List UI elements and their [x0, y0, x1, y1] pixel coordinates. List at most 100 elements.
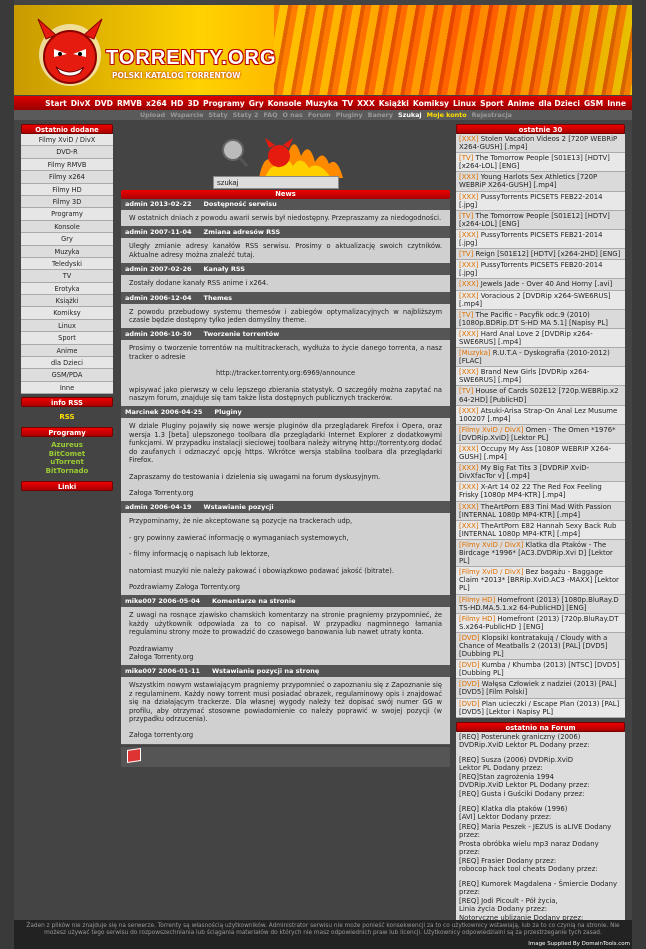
recent-torrent-item[interactable]: [Filmy XviD / DivX] Klatka dla Ptaków - …: [456, 539, 625, 568]
forum-post-line[interactable]: [REQ] Kumorek Magdalena - Śmiercie Dodan…: [459, 880, 622, 888]
forum-post[interactable]: [REQ] Gusta i Guściki Dodany przez:: [459, 789, 622, 798]
torrent-name[interactable]: Brand New Girls [DVDRip x264-SWE6RUS] [.…: [459, 368, 589, 384]
torrent-name[interactable]: Young Harlots Sex Athletics [720P WEBRiP…: [459, 173, 597, 189]
torrent-name[interactable]: The Pacific - Pacyfik odc.9 (2010) [1080…: [459, 311, 608, 327]
nav-item-6[interactable]: 3D: [187, 99, 199, 108]
recent-torrent-item[interactable]: [Filmy XviD / DivX] Omen - The Omen *197…: [456, 424, 625, 444]
torrent-name[interactable]: The Tomorrow People [S01E12] [HDTV] [x26…: [459, 212, 610, 228]
nav-item-9[interactable]: Konsole: [268, 99, 302, 108]
program-link[interactable]: BitComet: [21, 450, 113, 459]
forum-post-line[interactable]: robocop hack tool cheats Dodany przez:: [459, 865, 622, 873]
forum-post-line[interactable]: [REQ] Jodi Picoult - Pół życia,: [459, 897, 622, 905]
nav-item-4[interactable]: x264: [146, 99, 167, 108]
category-link[interactable]: Komiksy: [21, 307, 113, 320]
category-link[interactable]: Filmy x264: [21, 171, 113, 184]
forum-post-line[interactable]: [AVI] Lektor Dodany przez:: [459, 813, 622, 821]
category-link[interactable]: DVD-R: [21, 146, 113, 159]
forum-post-line[interactable]: Prosta obróbka wielu mp3 naraz Dodany: [459, 840, 622, 848]
torrent-name[interactable]: X-Art 14 02 22 The Red Fox Feeling Frisk…: [459, 483, 602, 499]
category-link[interactable]: Teledyski: [21, 257, 113, 271]
forum-post-line[interactable]: DVDRip.XviD Lektor PL Dodany przez:: [459, 741, 622, 749]
category-link[interactable]: Sport: [21, 332, 113, 345]
forum-post-line[interactable]: [REQ]Stan zagrożenia 1994: [459, 773, 622, 781]
search-input[interactable]: [213, 176, 339, 189]
category-link[interactable]: GSM/PDA: [21, 369, 113, 382]
subnav-item-8[interactable]: Banery: [368, 111, 393, 119]
category-link[interactable]: Linux: [21, 319, 113, 333]
subnav-item-0[interactable]: Upload: [140, 111, 165, 119]
forum-post-line[interactable]: [REQ] Gusta i Guściki Dodany przez:: [459, 790, 622, 798]
nav-item-15[interactable]: Linux: [453, 99, 476, 108]
nav-item-12[interactable]: XXX: [357, 99, 375, 108]
nav-item-20[interactable]: Inne: [607, 99, 626, 108]
nav-item-0[interactable]: Start: [45, 99, 67, 108]
forum-post-line[interactable]: [REQ] Susza (2006) DVDRip.XviD: [459, 756, 622, 764]
torrent-name[interactable]: House of Cards S02E12 [720p.WEBRip.x2 64…: [459, 387, 619, 403]
recent-torrent-item[interactable]: [XXX] Hard Anal Love 2 [DVDRip x264-SWE6…: [456, 328, 625, 349]
forum-post[interactable]: [REQ] Susza (2006) DVDRip.XviD Lektor PL …: [459, 755, 622, 772]
nav-item-5[interactable]: HD: [171, 99, 184, 108]
recent-torrent-item[interactable]: [XXX] Young Harlots Sex Athletics [720P …: [456, 172, 625, 192]
forum-post-line[interactable]: [REQ] Posterunek graniczny (2006): [459, 733, 622, 741]
torrent-name[interactable]: The Tomorrow People [S01E13] [HDTV] [x26…: [459, 154, 610, 170]
recent-torrent-item[interactable]: [XXX] X-Art 14 02 22 The Red Fox Feeling…: [456, 482, 625, 502]
category-link[interactable]: Filmy XviD / DivX: [21, 134, 113, 147]
category-link[interactable]: Inne: [21, 381, 113, 395]
torrent-name[interactable]: PussyTorrents PICSETS FEB20-2014 [.jpg]: [459, 261, 602, 277]
category-link[interactable]: Filmy 3D: [21, 195, 113, 209]
subnav-item-3[interactable]: Staty 2: [233, 111, 259, 119]
recent-torrent-item[interactable]: [XXX] TheArtPorn E83 Tini Mad With Passi…: [456, 501, 625, 521]
recent-torrent-item[interactable]: [Filmy HD] Homefront (2013) [1080p.BluRa…: [456, 594, 625, 614]
forum-post[interactable]: [REQ] Posterunek graniczny (2006) DVDRip.…: [459, 732, 622, 749]
category-link[interactable]: TV: [21, 270, 113, 283]
subnav-item-7[interactable]: Pluginy: [336, 111, 363, 119]
torrent-name[interactable]: Hard Anal Love 2 [DVDRip x264-SWE6RUS] […: [459, 330, 593, 346]
program-link[interactable]: BitTornado: [21, 467, 113, 476]
torrent-name[interactable]: Jewels Jade - Over 40 And Horny [.avi]: [481, 280, 612, 288]
recent-torrent-item[interactable]: [XXX] Occupy My Ass [1080P WEBRIP X264-G…: [456, 444, 625, 464]
recent-torrent-item[interactable]: [XXX] Jewels Jade - Over 40 And Horny [.…: [456, 279, 625, 291]
subnav-item-5[interactable]: O nas: [283, 111, 303, 119]
forum-post-line[interactable]: Linia życia Dodany przez:: [459, 905, 622, 913]
recent-torrent-item[interactable]: [XXX] PussyTorrents PICSETS FEB20-2014 […: [456, 260, 625, 280]
torrent-name[interactable]: Plan ucieczki / Escape Plan (2013) [PAL]…: [459, 700, 619, 716]
recent-torrent-item[interactable]: [XXX] TheArtPorn E82 Hannah Sexy Back Ru…: [456, 520, 625, 540]
subnav-item-6[interactable]: Forum: [308, 111, 331, 119]
nav-item-19[interactable]: GSM: [584, 99, 603, 108]
recent-torrent-item[interactable]: [TV] The Tomorrow People [S01E12] [HDTV]…: [456, 210, 625, 230]
recent-torrent-item[interactable]: [DVD] Wałęsa Człowiek z nadziei (2013) […: [456, 679, 625, 699]
torrent-name[interactable]: Kumba / Khumba (2013) [NTSC] [DVD5] [Dub…: [459, 661, 619, 677]
category-link[interactable]: Gry: [21, 233, 113, 246]
nav-item-16[interactable]: Sport: [480, 99, 504, 108]
nav-item-1[interactable]: DivX: [71, 99, 91, 108]
forum-post[interactable]: [REQ] Frasier Dodany przez: robocop hack …: [459, 856, 622, 873]
recent-torrent-item[interactable]: [DVD] Klopsiki kontratakują / Cloudy wit…: [456, 632, 625, 661]
recent-torrent-item[interactable]: [XXX] My Big Fat Tits 3 [DVDRiP XviD-Div…: [456, 463, 625, 483]
nav-item-8[interactable]: Gry: [249, 99, 264, 108]
category-link[interactable]: Anime: [21, 344, 113, 358]
nav-item-11[interactable]: TV: [342, 99, 353, 108]
recent-torrent-item[interactable]: [TV] The Tomorrow People [S01E13] [HDTV]…: [456, 153, 625, 173]
recent-torrent-item[interactable]: [XXX] Brand New Girls [DVDRip x264-SWE6R…: [456, 367, 625, 387]
forum-post-line[interactable]: przez:: [459, 888, 622, 896]
nav-item-7[interactable]: Programy: [203, 99, 245, 108]
forum-post-line[interactable]: Lektor PL Dodany przez:: [459, 764, 622, 772]
torrent-name[interactable]: My Big Fat Tits 3 [DVDRiP XviD-DivXfacTo…: [459, 464, 589, 480]
torrent-name[interactable]: Klopsiki kontratakują / Cloudy with a Ch…: [459, 634, 608, 658]
site-logo[interactable]: TORRENTY.ORG: [106, 47, 277, 70]
subnav-item-1[interactable]: Wsparcie: [170, 111, 203, 119]
recent-torrent-item[interactable]: [TV] The Pacific - Pacyfik odc.9 (2010) …: [456, 309, 625, 329]
recent-torrent-item[interactable]: [Filmy XviD / DivX] Bez bagażu - Baggage…: [456, 567, 625, 595]
forum-post-line[interactable]: [REQ] Maria Peszek - JEZUS is aLIVE Doda…: [459, 823, 622, 831]
recent-torrent-item[interactable]: [DVD] Kumba / Khumba (2013) [NTSC] [DVD5…: [456, 660, 625, 680]
category-link[interactable]: Programy: [21, 208, 113, 221]
category-link[interactable]: Książki: [21, 295, 113, 308]
nav-item-13[interactable]: Książki: [379, 99, 409, 108]
category-link[interactable]: dla Dzieci: [21, 357, 113, 370]
forum-post[interactable]: [REQ] Klatka dla ptaków (1996) [AVI] Lekt…: [459, 804, 622, 821]
nav-item-3[interactable]: RMVB: [117, 99, 142, 108]
recent-torrent-item[interactable]: [XXX] Voracious 2 [DVDRip x264-SWE6RUS] …: [456, 290, 625, 310]
nav-item-2[interactable]: DVD: [94, 99, 112, 108]
recent-torrent-item[interactable]: [XXX] PussyTorrents PICSETS FEB21-2014 […: [456, 229, 625, 250]
subnav-item-11[interactable]: Rejestracja: [472, 111, 512, 119]
